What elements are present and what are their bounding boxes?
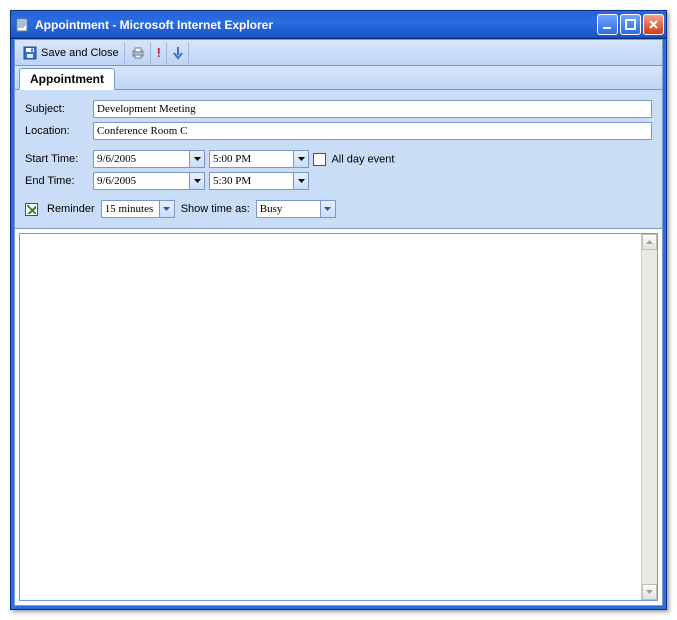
form-area: Subject: Location: Start Time: 9/6/2005 [15, 90, 662, 229]
dropdown-icon[interactable] [293, 173, 308, 189]
reminder-value: 15 minutes [105, 203, 154, 215]
save-and-close-button[interactable]: Save and Close [17, 42, 125, 64]
show-time-as-select[interactable]: Busy [256, 200, 336, 218]
titlebar: Appointment - Microsoft Internet Explore… [11, 11, 666, 39]
show-time-as-value: Busy [260, 203, 283, 215]
end-time-label: End Time: [23, 170, 91, 192]
scroll-up-button[interactable] [642, 234, 657, 250]
dropdown-icon[interactable] [293, 151, 308, 167]
end-date-value: 9/6/2005 [97, 175, 136, 187]
notes-textarea[interactable] [19, 233, 658, 601]
toolbar: Save and Close ! [15, 40, 662, 66]
tab-appointment[interactable]: Appointment [19, 68, 115, 90]
end-time-input[interactable]: 5:30 PM [209, 172, 309, 190]
dropdown-icon[interactable] [189, 151, 204, 167]
window-title: Appointment - Microsoft Internet Explore… [35, 18, 597, 32]
subject-label: Subject: [23, 98, 91, 120]
end-date-input[interactable]: 9/6/2005 [93, 172, 205, 190]
all-day-checkbox[interactable] [313, 153, 326, 166]
exclamation-icon: ! [157, 46, 161, 59]
close-button[interactable] [643, 14, 664, 35]
window: Appointment - Microsoft Internet Explore… [10, 10, 667, 610]
reminder-checkbox[interactable] [25, 203, 38, 216]
tabstrip: Appointment [15, 66, 662, 90]
location-input[interactable] [93, 122, 652, 140]
subject-input[interactable] [93, 100, 652, 118]
tab-label: Appointment [30, 72, 104, 86]
save-and-close-label: Save and Close [41, 47, 119, 59]
reminder-select[interactable]: 15 minutes [101, 200, 175, 218]
location-label: Location: [23, 120, 91, 142]
scroll-track[interactable] [642, 250, 657, 584]
arrow-down-icon [173, 46, 183, 60]
dropdown-icon[interactable] [159, 201, 174, 217]
importance-low-button[interactable] [167, 42, 189, 64]
print-button[interactable] [125, 42, 151, 64]
minimize-button[interactable] [597, 14, 618, 35]
start-time-label: Start Time: [23, 148, 91, 170]
scroll-down-button[interactable] [642, 584, 657, 600]
start-time-input[interactable]: 5:00 PM [209, 150, 309, 168]
dropdown-icon[interactable] [320, 201, 335, 217]
show-time-as-label: Show time as: [181, 203, 250, 215]
ie-page-icon [15, 17, 31, 33]
end-time-value: 5:30 PM [213, 175, 251, 187]
importance-high-button[interactable]: ! [151, 42, 167, 64]
start-time-value: 5:00 PM [213, 153, 251, 165]
start-date-input[interactable]: 9/6/2005 [93, 150, 205, 168]
reminder-label: Reminder [47, 203, 95, 215]
scrollbar[interactable] [641, 234, 657, 600]
save-icon [23, 46, 37, 60]
start-date-value: 9/6/2005 [97, 153, 136, 165]
dropdown-icon[interactable] [189, 173, 204, 189]
all-day-label: All day event [331, 153, 394, 165]
maximize-button[interactable] [620, 14, 641, 35]
print-icon [131, 46, 145, 60]
